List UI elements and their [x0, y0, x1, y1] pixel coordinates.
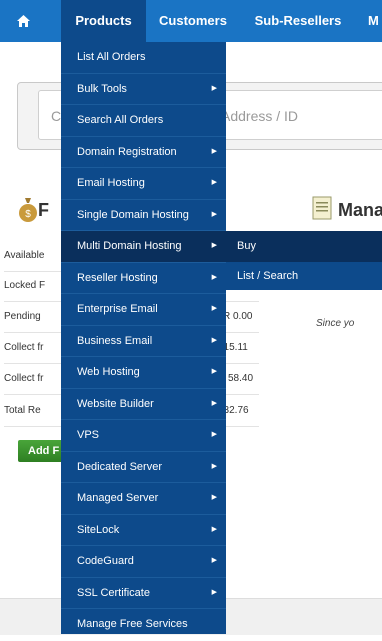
menu-item-single-domain-hosting[interactable]: Single Domain Hosting ▶ — [61, 200, 226, 231]
menu-item-bulk-tools[interactable]: Bulk Tools ▶ — [61, 74, 226, 105]
chevron-right-icon: ▶ — [211, 431, 217, 438]
menu-item-multi-domain-hosting[interactable]: Multi Domain Hosting ▶ — [61, 231, 226, 263]
menu-item-label: Enterprise Email — [77, 303, 158, 315]
menu-item-label: Bulk Tools — [77, 82, 127, 95]
funds-row-label: Available — [4, 250, 45, 261]
chevron-right-icon: ▶ — [211, 147, 217, 155]
menu-item-label: SSL Certificate — [77, 586, 150, 599]
submenu-item-label: Buy — [237, 240, 256, 252]
menu-item-codeguard[interactable]: CodeGuard ▶ — [61, 546, 226, 578]
submenu-item-label: List / Search — [237, 270, 299, 282]
menu-item-label: Manage Free Services — [77, 618, 188, 630]
funds-row-label: Locked F — [4, 280, 46, 291]
menu-item-label: Multi Domain Hosting — [77, 240, 182, 252]
menu-item-sitelock[interactable]: SiteLock ▶ — [61, 515, 226, 546]
chevron-right-icon: ▶ — [211, 557, 217, 564]
products-dropdown-menu: List All Orders Bulk Tools ▶ Search All … — [61, 42, 226, 634]
menu-item-business-email[interactable]: Business Email ▶ — [61, 326, 226, 357]
menu-item-label: Business Email — [77, 334, 153, 347]
menu-item-label: SiteLock — [77, 523, 120, 536]
chevron-right-icon: ▶ — [211, 368, 217, 375]
menu-item-label: List All Orders — [77, 51, 146, 63]
menu-item-label: Email Hosting — [77, 177, 145, 189]
menu-item-managed-server[interactable]: Managed Server ▶ — [61, 483, 226, 515]
chevron-right-icon: ▶ — [211, 84, 217, 92]
search-placeholder-suffix: Address / ID — [221, 108, 299, 124]
chevron-right-icon: ▶ — [211, 273, 217, 281]
submenu-item-buy[interactable]: Buy — [226, 231, 382, 262]
home-button[interactable] — [0, 0, 46, 42]
menu-item-label: Managed Server — [77, 492, 159, 504]
menu-item-label: CodeGuard — [77, 555, 134, 567]
chevron-right-icon: ▶ — [211, 399, 217, 407]
menu-item-label: Dedicated Server — [77, 460, 162, 473]
funds-row-label: Collect fr — [4, 373, 44, 384]
chevron-right-icon: ▶ — [211, 588, 217, 596]
tab-products[interactable]: Products — [61, 0, 146, 42]
menu-item-dedicated-server[interactable]: Dedicated Server ▶ — [61, 452, 226, 483]
menu-item-reseller-hosting[interactable]: Reseller Hosting ▶ — [61, 263, 226, 294]
menu-item-list-all-orders[interactable]: List All Orders — [61, 42, 226, 74]
money-bag-icon: $ — [18, 196, 38, 222]
manage-title: Mana — [338, 200, 382, 220]
chevron-right-icon: ▶ — [211, 210, 217, 218]
tab-customers[interactable]: Customers — [148, 0, 238, 42]
menu-item-web-hosting[interactable]: Web Hosting ▶ — [61, 357, 226, 389]
menu-item-label: VPS — [77, 429, 100, 441]
chevron-right-icon: ▶ — [211, 336, 217, 344]
menu-item-ssl-certificate[interactable]: SSL Certificate ▶ — [61, 578, 226, 609]
top-nav: Products Customers Sub-Resellers M — [0, 0, 382, 42]
submenu-item-list-search[interactable]: List / Search — [226, 262, 382, 290]
manage-note: Since yo — [316, 318, 355, 329]
tab-more[interactable]: M — [368, 0, 382, 42]
funds-title: F — [38, 200, 49, 220]
chevron-right-icon: ▶ — [211, 179, 217, 186]
menu-item-search-all-orders[interactable]: Search All Orders — [61, 105, 226, 137]
menu-item-domain-registration[interactable]: Domain Registration ▶ — [61, 137, 226, 168]
svg-text:$: $ — [25, 209, 31, 220]
menu-item-label: Reseller Hosting — [77, 271, 158, 284]
menu-item-label: Domain Registration — [77, 145, 177, 158]
menu-item-label: Web Hosting — [77, 366, 140, 378]
tab-sub-resellers[interactable]: Sub-Resellers — [243, 0, 353, 42]
chevron-right-icon: ▶ — [211, 305, 217, 312]
menu-item-label: Website Builder — [77, 397, 154, 410]
menu-item-website-builder[interactable]: Website Builder ▶ — [61, 389, 226, 420]
funds-row-label: Total Re — [4, 405, 41, 416]
funds-row-label: Collect fr — [4, 342, 44, 353]
funds-row-label: Pending — [4, 311, 41, 322]
home-icon — [16, 15, 30, 27]
menu-item-label: Search All Orders — [77, 114, 164, 126]
document-icon — [312, 196, 332, 220]
chevron-right-icon: ▶ — [211, 462, 217, 470]
search-placeholder-prefix: C — [51, 108, 62, 124]
menu-item-vps[interactable]: VPS ▶ — [61, 420, 226, 452]
menu-item-manage-free-services[interactable]: Manage Free Services — [61, 609, 226, 641]
menu-item-enterprise-email[interactable]: Enterprise Email ▶ — [61, 294, 226, 326]
chevron-right-icon: ▶ — [211, 525, 217, 533]
chevron-right-icon: ▶ — [211, 494, 217, 501]
menu-item-label: Single Domain Hosting — [77, 208, 189, 221]
menu-item-email-hosting[interactable]: Email Hosting ▶ — [61, 168, 226, 200]
chevron-right-icon: ▶ — [211, 242, 217, 249]
